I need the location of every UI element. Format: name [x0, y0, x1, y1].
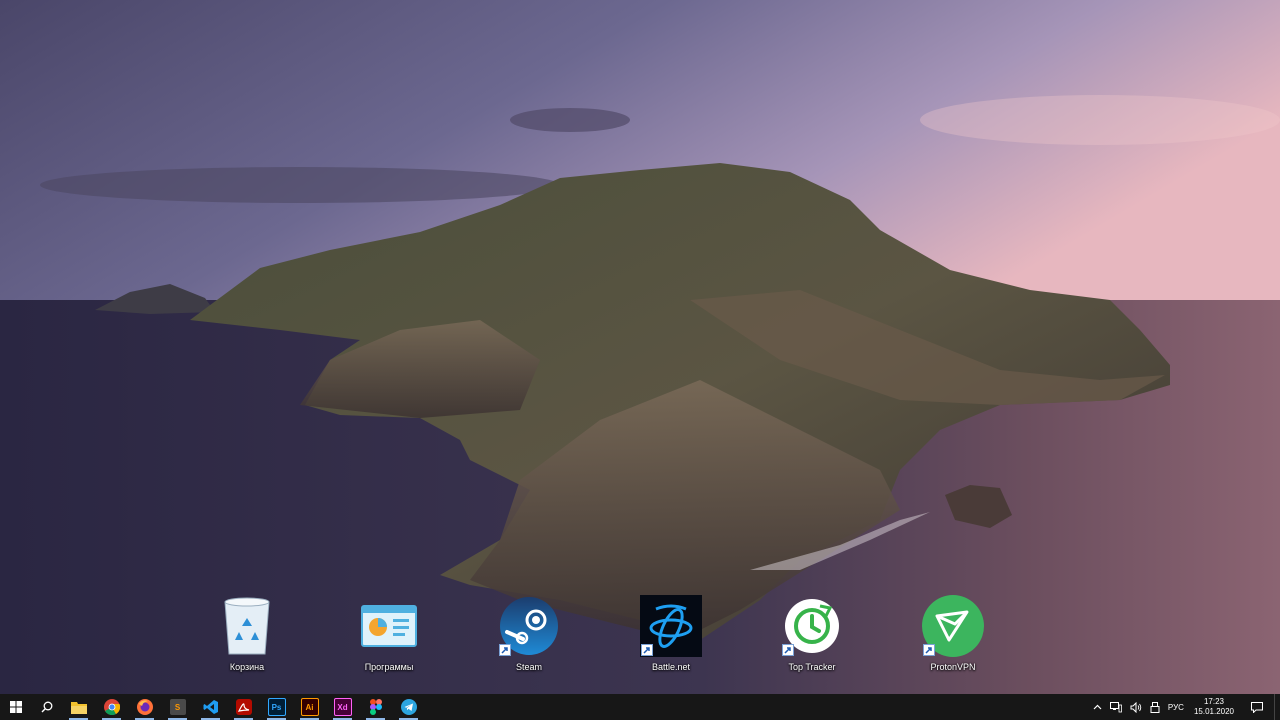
taskbar-app-xd[interactable]: Xd: [326, 694, 359, 720]
toptracker-icon: [780, 594, 844, 658]
language-indicator[interactable]: РУС: [1164, 694, 1188, 720]
acrobat-icon: [235, 699, 252, 715]
desktop-icon-toptracker[interactable]: Top Tracker: [772, 594, 852, 680]
shortcut-arrow-icon: [782, 644, 794, 656]
show-hidden-icons-button[interactable]: [1089, 694, 1106, 720]
desktop-wallpaper: [0, 0, 1280, 694]
volume-icon: [1130, 701, 1142, 713]
chrome-icon: [103, 699, 120, 715]
desktop-icon-label: Battle.net: [651, 662, 691, 672]
clock-button[interactable]: 17:23 15.01.2020: [1188, 697, 1240, 717]
show-desktop-button[interactable]: [1274, 694, 1280, 720]
recycle-bin-icon: [215, 594, 279, 658]
chevron-up-icon: [1093, 704, 1102, 710]
network-button[interactable]: [1106, 694, 1126, 720]
network-icon: [1109, 701, 1122, 712]
system-tray: РУС 17:23 15.01.2020: [1089, 694, 1280, 720]
xd-icon: Xd: [333, 698, 352, 716]
taskbar-app-sublime-text[interactable]: S: [161, 694, 194, 720]
protonvpn-icon: [921, 594, 985, 658]
search-icon: [41, 701, 53, 713]
folder-icon: [357, 594, 421, 658]
firefox-icon: [136, 699, 153, 715]
photoshop-icon: Ps: [267, 698, 286, 716]
telegram-icon: [400, 699, 417, 715]
taskbar-app-file-explorer[interactable]: [62, 694, 95, 720]
desktop-icon-label: ProtonVPN: [930, 662, 976, 672]
desktop-icon-label: Steam: [515, 662, 542, 672]
desktop-icon-label: Top Tracker: [788, 662, 836, 672]
desktop-icon-recycle-bin[interactable]: Корзина: [207, 594, 287, 680]
desktop-icon-protonvpn[interactable]: ProtonVPN: [913, 594, 993, 680]
shortcut-arrow-icon: [499, 644, 511, 656]
taskbar-app-vscode[interactable]: [194, 694, 227, 720]
figma-icon: [369, 699, 382, 715]
taskbar-app-illustrator[interactable]: Ai: [293, 694, 326, 720]
desktop-icon-steam[interactable]: Steam: [489, 594, 569, 680]
clock-date: 15.01.2020: [1193, 707, 1234, 716]
taskbar-app-chrome[interactable]: [95, 694, 128, 720]
shortcut-arrow-icon: [641, 644, 653, 656]
sublime-text-icon: S: [169, 699, 186, 715]
action-center-button[interactable]: [1240, 694, 1274, 720]
steam-icon: [497, 594, 561, 658]
desktop-icon-programs[interactable]: Программы: [349, 594, 429, 680]
start-button[interactable]: [0, 694, 32, 720]
usb-device-icon: [1150, 701, 1160, 713]
desktop-icon-label: Программы: [364, 662, 414, 672]
windows-logo-icon: [10, 701, 22, 713]
volume-button[interactable]: [1126, 694, 1146, 720]
battlenet-icon: [639, 594, 703, 658]
taskbar: S Ps Ai Xd РУС 17:23 15.01.2020: [0, 694, 1280, 720]
file-explorer-icon: [70, 702, 87, 714]
search-button[interactable]: [32, 694, 62, 720]
taskbar-app-photoshop[interactable]: Ps: [260, 694, 293, 720]
vscode-icon: [203, 700, 218, 714]
shortcut-arrow-icon: [923, 644, 935, 656]
usb-button[interactable]: [1146, 694, 1164, 720]
desktop-icon-label: Корзина: [229, 662, 265, 672]
taskbar-app-firefox[interactable]: [128, 694, 161, 720]
taskbar-app-acrobat[interactable]: [227, 694, 260, 720]
clock-time: 17:23: [1203, 697, 1224, 706]
illustrator-icon: Ai: [300, 698, 319, 716]
taskbar-app-figma[interactable]: [359, 694, 392, 720]
taskbar-app-telegram[interactable]: [392, 694, 425, 720]
desktop-icon-battlenet[interactable]: Battle.net: [631, 594, 711, 680]
notification-icon: [1251, 701, 1263, 713]
